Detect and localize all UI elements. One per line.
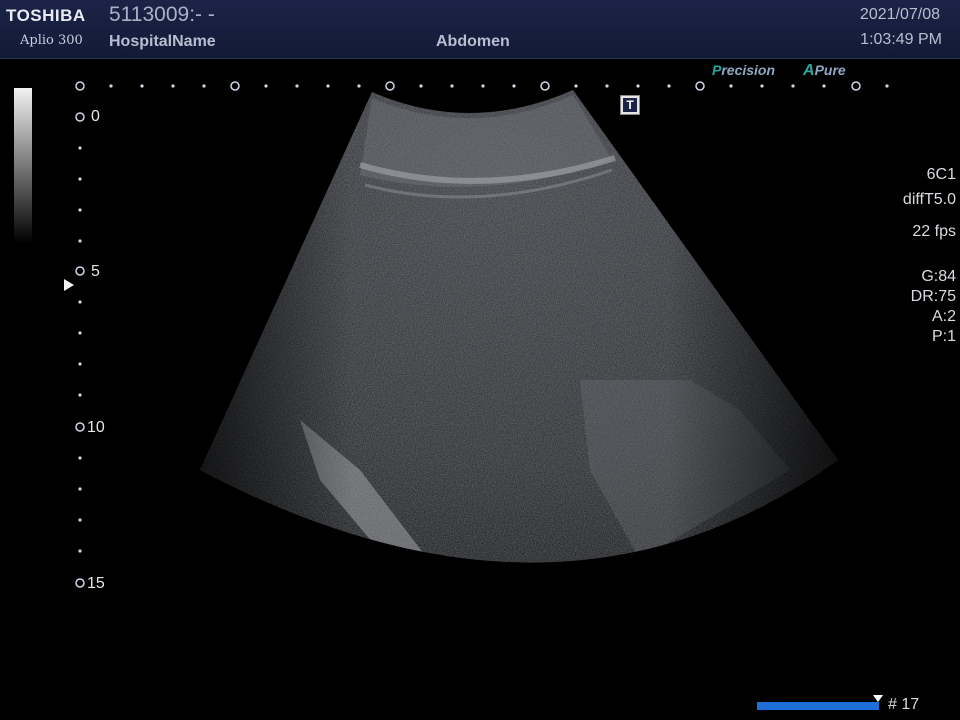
depth-label-15: 15 xyxy=(87,575,105,592)
frame-number: # 17 xyxy=(888,696,920,713)
dynamic-range-value: DR:75 xyxy=(910,288,956,305)
cine-position-marker-icon[interactable] xyxy=(873,695,883,702)
apure-logo: APure xyxy=(803,62,846,79)
depth-label-0: 0 xyxy=(91,108,100,125)
top-scale xyxy=(75,81,889,91)
frame-rate: 22 fps xyxy=(912,223,956,240)
cine-progress-bar[interactable] xyxy=(757,702,879,710)
body-mark-t-icon[interactable]: T xyxy=(620,95,640,115)
a-value: A:2 xyxy=(931,308,956,325)
ultrasound-image xyxy=(75,81,889,588)
focus-marker-icon[interactable] xyxy=(64,279,74,291)
probe-label: 6C1 xyxy=(926,166,956,183)
precision-logo: Precision xyxy=(712,62,776,78)
depth-scale xyxy=(75,112,85,588)
depth-label-10: 10 xyxy=(87,419,105,436)
p-value: P:1 xyxy=(931,328,956,345)
gain-value: G:84 xyxy=(921,268,956,285)
mode-label: diffT5.0 xyxy=(902,191,956,208)
depth-label-5: 5 xyxy=(91,263,100,280)
grayscale-bar xyxy=(14,88,32,243)
sector-fan xyxy=(200,90,838,563)
